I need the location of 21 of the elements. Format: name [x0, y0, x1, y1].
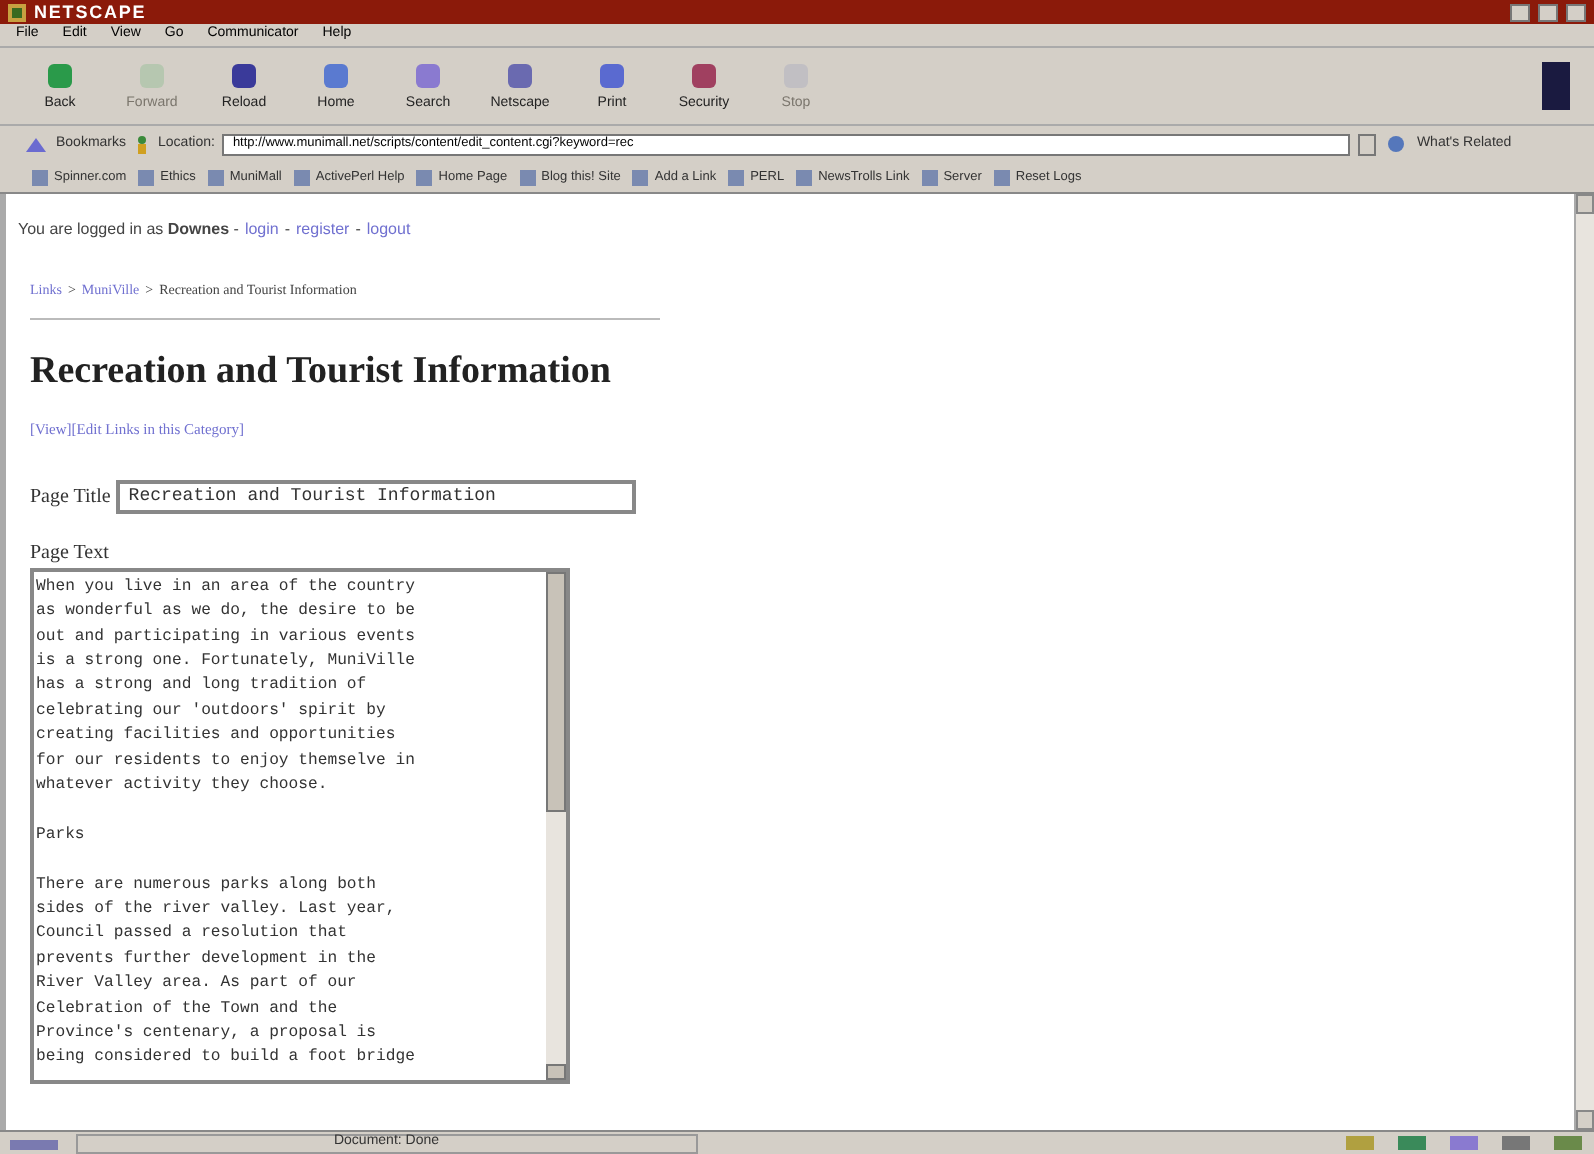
login-text: You are logged in as Downes - [18, 218, 239, 242]
text-scrollbar[interactable] [546, 571, 566, 1080]
page-text-area[interactable]: When you live in an area of the country as wonderful as we do, the desire to be out and participating in various events is a strong one. Fortunately, MuniVille has a strong and long tradition of celebrating our 'outdoors' spirit by creating facilities and opportunities for our residents to enjoy themselve in whatever activity they choose. Parks There are numerous parks along both sides of the river valley. Last year, Council passed a resolution that prevents further development in the River Valley area. As part of our Celebration of the Town and the Province's centenary, a proposal is being considered to build a foot bridge [30, 567, 570, 1084]
window-title: NETSCAPE [34, 3, 147, 21]
close-button[interactable] [1566, 3, 1586, 21]
page-title-field[interactable]: Recreation and Tourist Information [116, 479, 637, 514]
connection-icon [8, 1135, 60, 1151]
page-title-label: Page Title [30, 483, 111, 512]
separator-text: - [355, 218, 361, 242]
person-icon [134, 134, 151, 154]
link[interactable]: register [296, 218, 350, 242]
page-scrollbar[interactable] [1574, 194, 1594, 1130]
dropdown-button[interactable] [1358, 133, 1377, 155]
maximize-button[interactable] [1538, 3, 1558, 21]
page-heading: Recreation and Tourist Information [30, 351, 613, 389]
link[interactable]: login [244, 218, 279, 242]
separator-text: - [284, 218, 291, 242]
minimize-button[interactable] [1510, 3, 1530, 21]
app-icon [8, 3, 26, 21]
page-text-label: Page Text [30, 539, 111, 568]
link[interactable]: logout [366, 218, 411, 242]
